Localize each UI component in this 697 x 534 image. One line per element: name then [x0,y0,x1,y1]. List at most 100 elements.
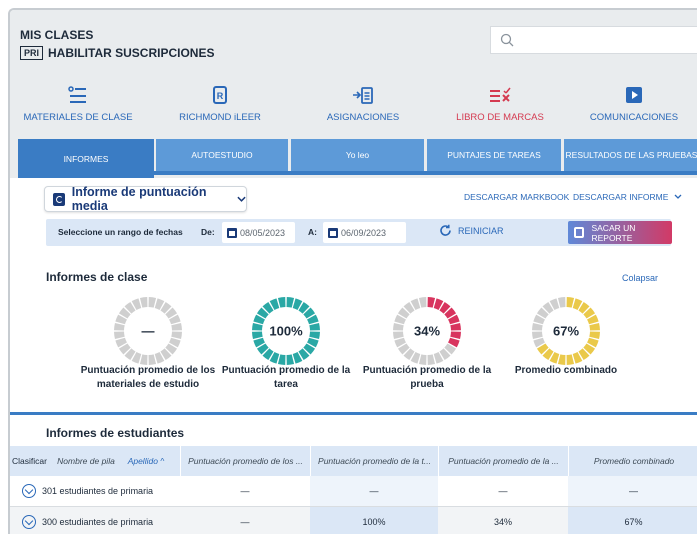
ring-value: — [142,324,155,339]
nav-markbook[interactable]: LIBRO DE MARCAS [435,84,565,123]
date-filter-bar: Seleccione un rango de fechas De: 08/05/… [46,219,672,246]
class-reports-title: Informes de clase [46,270,148,284]
report-icon [53,192,65,206]
sort-label: Clasificar [12,456,47,466]
nav-label: MATERIALES DE CLASE [23,112,133,123]
chevron-down-icon [674,194,682,199]
ring-segment [252,322,263,331]
to-label: A: [308,227,317,237]
list-icon [13,84,143,106]
table-cell: — [498,486,508,496]
ring-segment [589,331,600,340]
top-bar: MIS CLASES PRI HABILITAR SUSCRIPCIONES M… [10,10,697,178]
ring-label: Puntuación promedio de la tarea [221,365,351,390]
tab-resultados-de-las-pruebas[interactable]: RESULTADOS DE LAS PRUEBAS [564,139,697,171]
row-group-name: 300 estudiantes de primaria [18,507,178,534]
nav-label: RICHMOND iLEER [179,112,261,123]
nav-label: LIBRO DE MARCAS [456,112,544,123]
table-row[interactable]: 301 estudiantes de primaria — — — — [10,476,697,507]
ring-segment [450,322,461,331]
table-cell: 100% [310,507,438,534]
ring-segment [418,297,427,308]
ring-segment [277,297,286,308]
ring-segment [286,297,295,308]
assign-icon [298,84,428,106]
nav-label: COMUNICACIONES [589,112,679,123]
table-cell: 67% [568,507,697,534]
download-report-link[interactable]: DESCARGAR INFORME [573,192,682,202]
ring-segment [309,322,320,331]
nav-communications[interactable]: COMUNICACIONES [569,84,697,123]
search-input[interactable] [490,26,697,54]
reset-label: REINICIAR [458,225,504,236]
nav-class-materials[interactable]: MATERIALES DE CLASE [13,84,143,123]
ring-segment [114,322,125,331]
table-cell: — [568,476,697,506]
ring-chart-homework: 100% [252,297,320,365]
ring-value: 67% [553,324,579,339]
ring-chart-test: 34% [393,297,461,365]
generate-report-label: SACAR UN REPORTE [591,222,636,243]
chevron-down-icon [237,196,246,202]
ring-label: Promedio combinado [514,365,618,376]
column-header[interactable]: Promedio combinado [568,446,697,476]
ring-chart-combined: 67% [532,297,600,365]
ring-segment [557,297,566,308]
report-icon [574,227,585,238]
ring-label: Puntuación promedio de la prueba [362,365,492,390]
refresh-icon [440,224,451,236]
table-header: Clasificar Nombre de pila Apellido ^ Pun… [10,446,697,476]
reset-button[interactable]: REINICIAR [439,224,504,237]
from-date-input[interactable]: 08/05/2023 [222,222,295,243]
tabs-underline [18,171,697,175]
report-type-label: Informe de puntuación media [71,185,207,213]
report-type-dropdown[interactable]: Informe de puntuación media [44,185,247,213]
ring-segment [393,331,404,340]
tab-bar: INFORMES AUTOESTUDIO Yo leo PUNTAJES DE … [18,139,697,178]
to-date-value: 06/09/2023 [341,227,387,238]
enable-subscriptions[interactable]: PRI HABILITAR SUSCRIPCIONES [20,46,214,60]
student-reports-title: Informes de estudiantes [46,426,185,440]
ring-segment [171,322,182,331]
date-range-label: Seleccione un rango de fechas [58,227,183,237]
generate-report-button[interactable]: SACAR UN REPORTE [568,221,672,244]
ring-segment [393,322,404,331]
column-first-name[interactable]: Nombre de pila [56,446,116,476]
ring-value: 100% [269,324,303,339]
row-name: 300 estudiantes de primaria [42,517,154,527]
tab-puntajes-de-tareas[interactable]: PUNTAJES DE TAREAS [427,139,561,171]
collapse-link[interactable]: Colapsar [622,273,658,283]
calendar-icon [227,227,237,238]
column-last-name[interactable]: Apellido ^ [116,446,176,476]
to-date-input[interactable]: 06/09/2023 [323,222,406,243]
play-icon [569,84,697,106]
ring-segment [427,297,436,308]
page-title: MIS CLASES [20,28,94,42]
section-divider [10,412,697,415]
nav-assignments[interactable]: ASIGNACIONES [298,84,428,123]
nav-richmond-ileer[interactable]: R RICHMOND iLEER [155,84,285,123]
tab-autoestudio[interactable]: AUTOESTUDIO [156,139,288,171]
column-header[interactable]: Puntuación promedio de la t... [310,446,438,476]
search-icon [500,33,514,47]
expand-chevron-icon[interactable] [22,515,36,529]
column-header[interactable]: Puntuación promedio de la ... [438,446,568,476]
ring-segment [566,297,575,308]
column-header[interactable]: Puntuación promedio de los ... [180,446,310,476]
download-markbook-link[interactable]: DESCARGAR MARKBOOK [464,192,569,202]
pri-badge: PRI [20,46,44,60]
table-row[interactable]: 300 estudiantes de primaria — 100% 34% 6… [10,507,697,534]
tab-yo-leo[interactable]: Yo leo [291,139,424,171]
table-cell: — [240,517,250,527]
ring-segment [171,331,182,340]
enable-subscriptions-label: HABILITAR SUSCRIPCIONES [48,46,215,60]
table-cell: 34% [493,517,512,527]
expand-chevron-icon[interactable] [22,484,36,498]
calendar-icon [328,227,338,238]
row-group-name: 301 estudiantes de primaria [18,476,178,506]
table-cell: — [240,486,250,496]
table-cell: — [310,476,438,506]
svg-text:R: R [217,91,224,101]
book-r-icon: R [155,84,285,106]
nav-label: ASIGNACIONES [326,112,400,123]
